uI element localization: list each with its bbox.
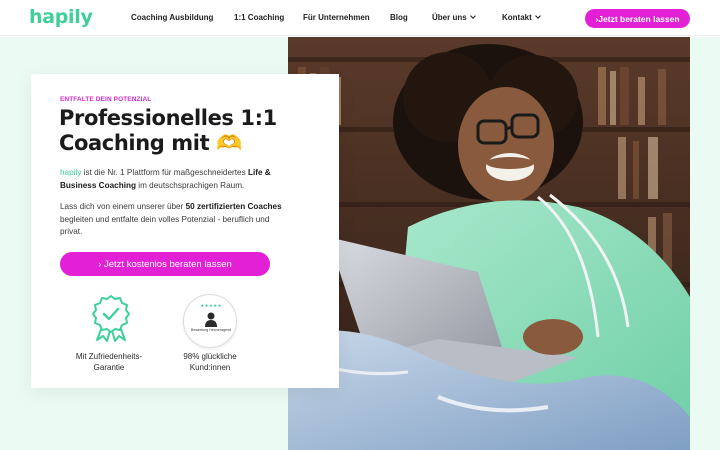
coaches-bold: 50 zertifizierten Coaches [185, 202, 282, 211]
award-ribbon-icon [91, 294, 131, 342]
intro-end: im deutschsprachigen Raum. [135, 180, 245, 190]
hero-photo [288, 37, 690, 450]
coaches-text-start: Lass dich von einem unserer über [60, 202, 186, 211]
nav-kontakt[interactable]: Kontakt [502, 13, 541, 22]
chevron-down-icon [534, 13, 541, 19]
hero-headline: Professionelles 1:1 Coaching mit 🫶 [59, 106, 277, 155]
hero-eyebrow: ENTFALTE DEIN POTENZIAL [60, 96, 152, 103]
star-rating-icon: ★★★★★ [200, 303, 222, 308]
intro-text: ist die Nr. 1 Plattform für maßgeschneid… [81, 168, 248, 177]
nav-ueber-uns[interactable]: Über uns [432, 13, 476, 22]
nav-fuer-unternehmen[interactable]: Für Unternehmen [303, 13, 370, 22]
hero-cta-button[interactable]: › Jetzt kostenlos beraten lassen [60, 252, 270, 276]
chevron-down-icon [469, 13, 476, 19]
nav-coaching-ausbildung[interactable]: Coaching Ausbildung [131, 13, 213, 22]
brand-link[interactable]: hapily [60, 168, 81, 177]
person-icon [204, 311, 218, 327]
rating-seal-icon: ★★★★★ Bewertung Hervorragend [183, 294, 237, 348]
hapily-logo[interactable]: hapily [29, 6, 93, 28]
nav-kontakt-label: Kontakt [502, 13, 532, 22]
coaches-text-end: begleiten und entfalte dein volles Poten… [60, 214, 270, 237]
hero-card: ENTFALTE DEIN POTENZIAL Professionelles … [31, 74, 339, 388]
hero-intro-paragraph: hapily ist die Nr. 1 Plattform für maßge… [60, 167, 290, 192]
nav-ueber-uns-label: Über uns [432, 13, 467, 22]
site-header: hapily Coaching Ausbildung 1:1 Coaching … [0, 0, 720, 36]
nav-blog[interactable]: Blog [390, 13, 408, 22]
happy-customers-label: 98% glückliche Kund:innen [183, 352, 237, 372]
nav-1-1-coaching[interactable]: 1:1 Coaching [234, 13, 284, 22]
seal-text: Bewertung Hervorragend [190, 328, 232, 332]
hero-coaches-paragraph: Lass dich von einem unserer über 50 zert… [60, 201, 290, 239]
header-cta-button[interactable]: ›Jetzt beraten lassen [585, 9, 690, 28]
guarantee-label: Mit Zufriedenheits-Garantie [75, 352, 143, 372]
